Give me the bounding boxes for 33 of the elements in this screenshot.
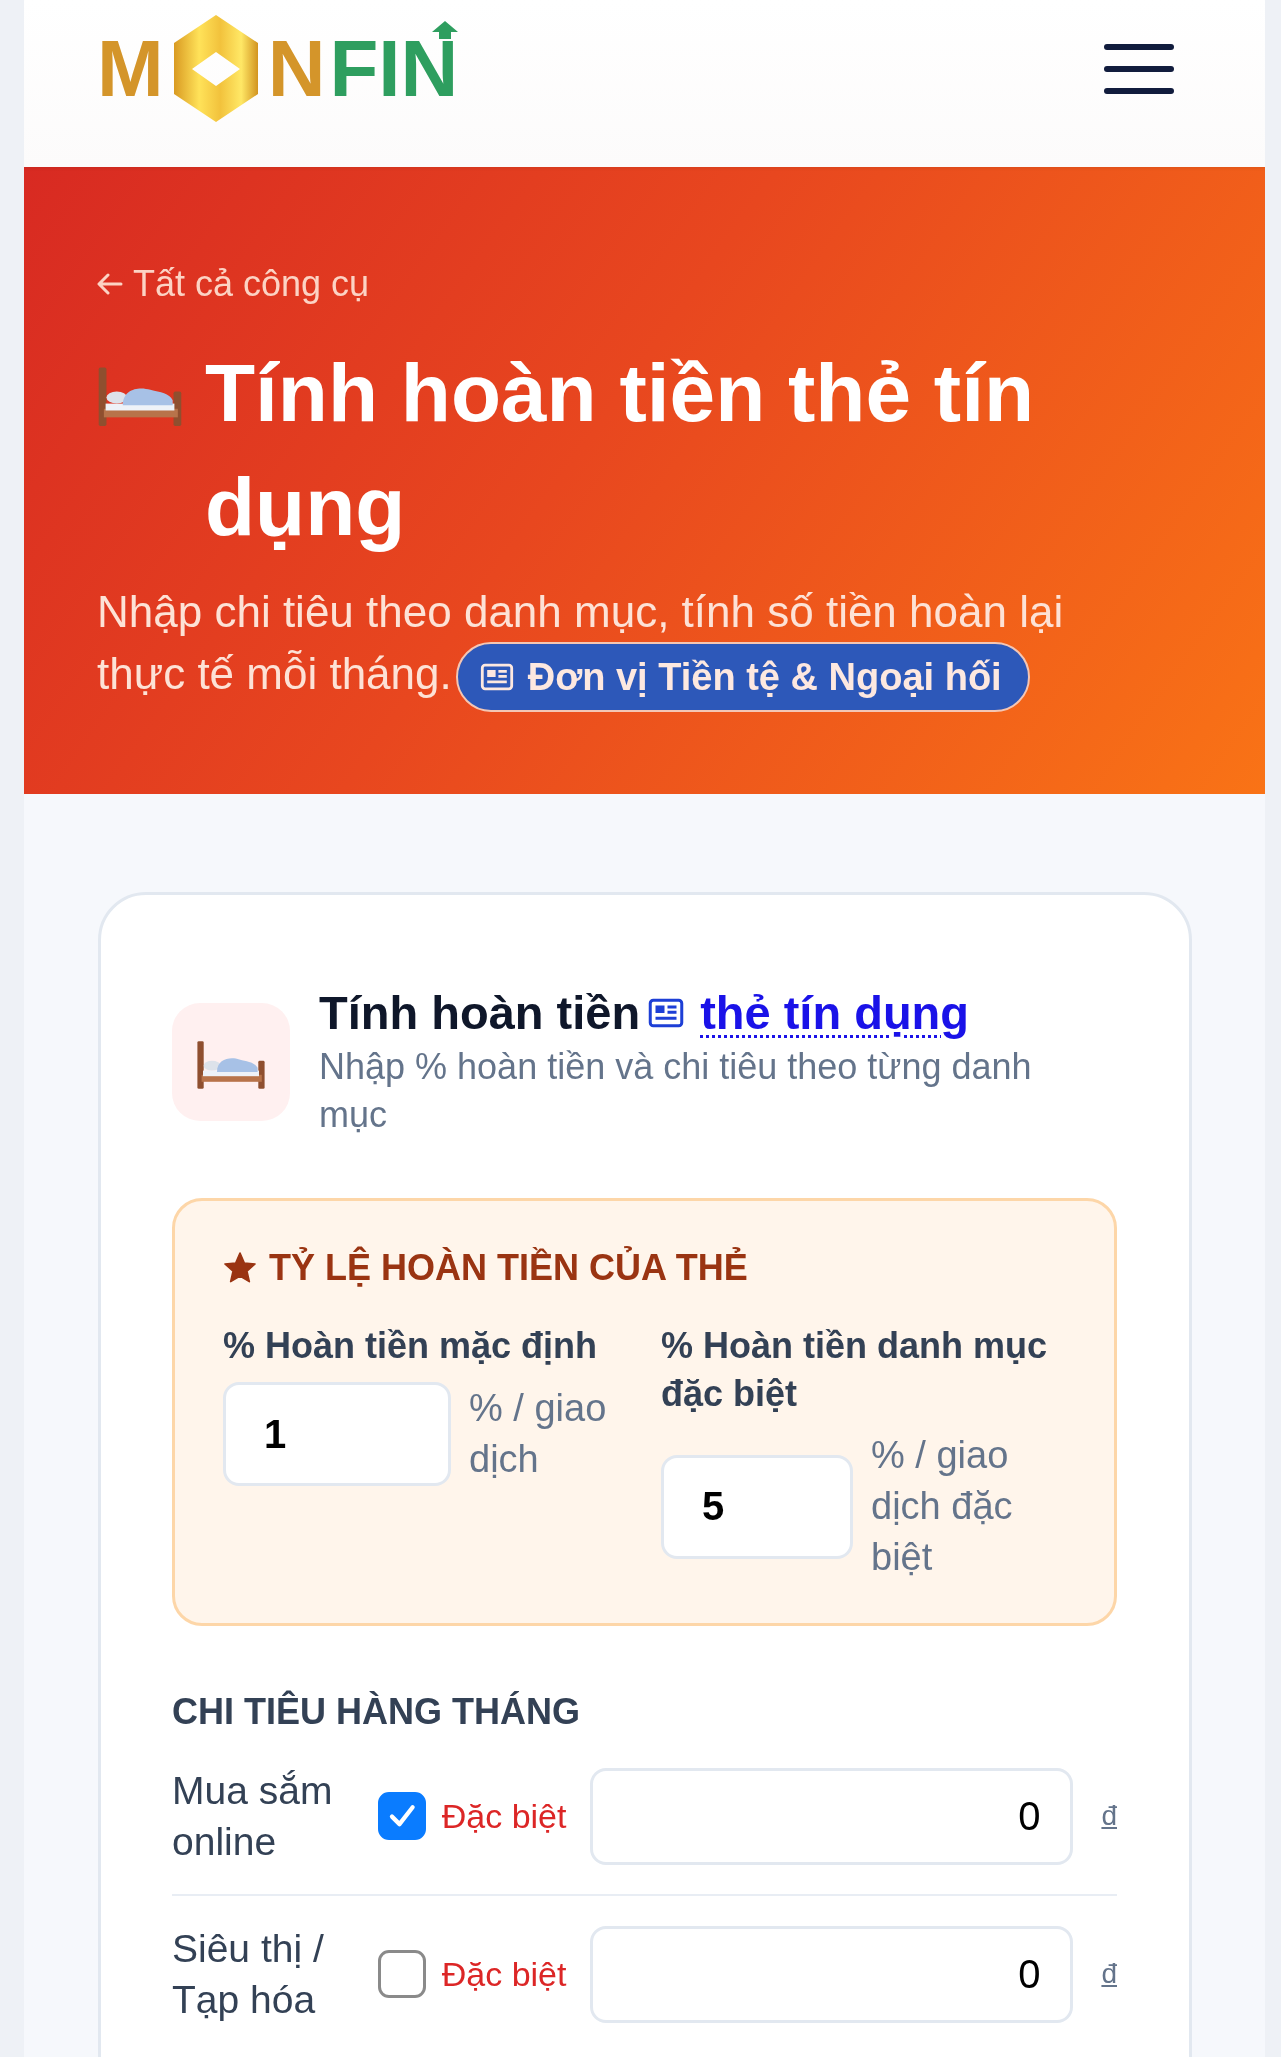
card-title: Tính hoàn tiền (319, 985, 641, 1041)
amount-input[interactable]: 0 (590, 1925, 1074, 2023)
menu-button[interactable] (1104, 43, 1174, 94)
unit-label: % / giao dịch đặc biệt (871, 1433, 1014, 1580)
hexagon-icon (173, 15, 258, 122)
spending-heading: CHI TIÊU HÀNG THÁNG (172, 1690, 581, 1734)
star-icon (223, 1252, 257, 1284)
credit-card-link[interactable]: thẻ tín dụng (700, 985, 969, 1041)
special-checkbox[interactable] (377, 1950, 426, 1998)
newspaper-icon (648, 998, 685, 1028)
rates-heading: TỶ LỆ HOÀN TIỀN CỦA THẺ (269, 1246, 748, 1290)
newspaper-icon (479, 663, 514, 691)
menu-icon (1104, 43, 1174, 94)
unit-label: % / giao dịch (469, 1386, 608, 1482)
bed-icon (172, 1003, 290, 1121)
special-label[interactable]: Đặc biệt (441, 1953, 567, 1995)
amount-input[interactable]: 0 (590, 1767, 1074, 1865)
rate-label: % Hoàn tiền danh mục đặc biệt (661, 1324, 1049, 1416)
arrow-left-icon (97, 273, 123, 295)
page-description: Nhập chi tiêu theo danh mục, tính số tiền hoàn lại thực tế mỗi tháng. Đơn vị Tiền tệ & Ngoại hối (97, 582, 1121, 712)
category-tag-link[interactable]: Đơn vị Tiền tệ & Ngoại hối (455, 642, 1030, 712)
rate-label: % Hoàn tiền mặc định (223, 1324, 599, 1368)
card-description: Nhập % hoàn tiền và chi tiêu theo từng danh mục (319, 1045, 1033, 1137)
category-label: Mua sắm online (172, 1768, 334, 1865)
arrow-up-icon (432, 21, 459, 39)
rate-input[interactable]: 1 (223, 1382, 451, 1486)
page-title: Tính hoàn tiền thẻ tín dụng (205, 346, 1035, 554)
rate-input[interactable]: 5 (661, 1454, 853, 1559)
currency-symbol: đ (1101, 1957, 1117, 1991)
special-checkbox[interactable] (377, 1792, 426, 1840)
special-label[interactable]: Đặc biệt (441, 1795, 567, 1837)
currency-symbol: đ (1101, 1799, 1117, 1833)
category-label: Siêu thị / Tạp hóa (172, 1926, 325, 2023)
